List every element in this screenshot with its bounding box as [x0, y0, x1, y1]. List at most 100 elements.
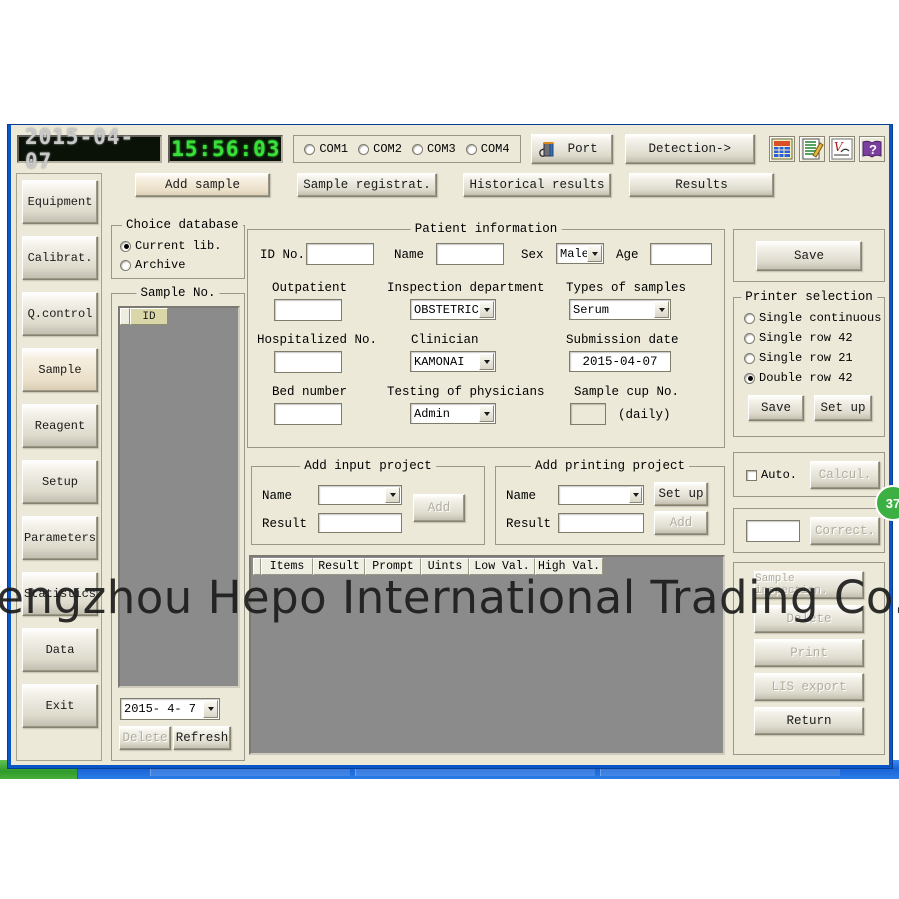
table-grid-icon[interactable] — [769, 136, 795, 162]
sidebar-item-parameters[interactable]: Parameters — [22, 516, 98, 560]
radio-icon[interactable] — [304, 143, 316, 155]
sample-cup-no-field[interactable] — [570, 403, 606, 425]
clinician-combo[interactable]: KAMONAI — [410, 351, 496, 372]
radio-icon[interactable] — [744, 372, 755, 384]
inspection-department-combo[interactable]: OBSTETRICS — [410, 299, 496, 320]
bed-number-field[interactable] — [274, 403, 342, 425]
checkbox-icon[interactable] — [746, 469, 757, 481]
input-result-field[interactable] — [318, 513, 402, 533]
chevron-down-icon[interactable] — [385, 487, 400, 503]
sidebar-item-data[interactable]: Data — [22, 628, 98, 672]
testing-of-physicians-combo[interactable]: Admin — [410, 403, 496, 424]
radio-icon[interactable] — [411, 143, 423, 155]
printing-add-button[interactable]: Add — [654, 511, 708, 535]
com-port-option-3[interactable]: COM3 — [411, 142, 456, 156]
signature-check-icon[interactable]: V — [829, 136, 855, 162]
sample-inspection-button[interactable]: Sample inspection. — [754, 571, 864, 599]
sidebar-item-reagent[interactable]: Reagent — [22, 404, 98, 448]
id-no-field[interactable] — [306, 243, 374, 265]
grid-column-prompt[interactable]: Prompt — [365, 558, 421, 575]
return-button[interactable]: Return — [754, 707, 864, 735]
print-button[interactable]: Print — [754, 639, 864, 667]
save-button[interactable]: Save — [756, 241, 862, 271]
name-field[interactable] — [436, 243, 504, 265]
sample-refresh-label: Refresh — [175, 731, 229, 745]
results-grid[interactable]: Items Result Prompt Uints Low Val. High … — [249, 555, 725, 755]
tab-sample-registrat[interactable]: Sample registrat. — [297, 173, 437, 197]
sample-list[interactable]: ID — [118, 306, 240, 688]
sample-delete-button[interactable]: Delete — [119, 726, 171, 750]
printer-save-button[interactable]: Save — [748, 395, 804, 421]
chevron-down-icon[interactable] — [479, 405, 494, 422]
printer-option-single-row-21[interactable]: Single row 21 — [744, 351, 853, 365]
auto-checkbox-row[interactable]: Auto. — [746, 468, 797, 482]
chevron-down-icon[interactable] — [203, 700, 218, 718]
printing-setup-button[interactable]: Set up — [654, 482, 708, 506]
correct-field[interactable] — [746, 520, 800, 542]
input-add-button[interactable]: Add — [413, 494, 465, 522]
column-header-id[interactable]: ID — [130, 308, 168, 325]
radio-icon[interactable] — [744, 332, 755, 344]
submission-date-field[interactable]: 2015-04-07 — [569, 351, 671, 372]
notepad-pen-icon[interactable] — [799, 136, 825, 162]
help-book-icon[interactable]: ? — [859, 136, 885, 162]
radio-icon[interactable] — [744, 352, 755, 364]
port-button[interactable]: Port — [530, 134, 613, 164]
sidebar-item-q-control[interactable]: Q.control — [22, 292, 98, 336]
choice-db-current-lib[interactable]: Current lib. — [120, 239, 221, 253]
delete-button[interactable]: Delete — [754, 605, 864, 633]
sidebar-item-label: Calibrat. — [27, 251, 93, 265]
calcul-button[interactable]: Calcul. — [810, 461, 880, 489]
correct-button[interactable]: Correct. — [810, 517, 880, 545]
sidebar-item-calibrat[interactable]: Calibrat. — [22, 236, 98, 280]
chevron-down-icon[interactable] — [587, 245, 602, 262]
detection-button-label: Detection-> — [648, 142, 732, 156]
printer-setup-button[interactable]: Set up — [814, 395, 872, 421]
grid-column-low-val[interactable]: Low Val. — [469, 558, 535, 575]
sidebar-item-equipment[interactable]: Equipment — [22, 180, 98, 224]
sex-combo[interactable]: Male — [556, 243, 604, 264]
detection-button[interactable]: Detection-> — [624, 134, 755, 164]
grid-column-items[interactable]: Items — [261, 558, 313, 575]
grid-column-high-val[interactable]: High Val. — [535, 558, 603, 575]
printing-result-field[interactable] — [558, 513, 644, 533]
radio-icon[interactable] — [358, 143, 370, 155]
chevron-down-icon[interactable] — [479, 353, 494, 370]
age-field[interactable] — [650, 243, 712, 265]
sample-date-picker[interactable]: 2015- 4- 7 — [120, 698, 220, 720]
lis-export-button[interactable]: LIS export — [754, 673, 864, 701]
sample-refresh-button[interactable]: Refresh — [173, 726, 231, 750]
radio-icon[interactable] — [120, 240, 131, 252]
chevron-down-icon[interactable] — [654, 301, 669, 318]
grid-column-uints[interactable]: Uints — [421, 558, 469, 575]
sidebar-item-sample[interactable]: Sample — [22, 348, 98, 392]
print-button-label: Print — [790, 646, 828, 660]
radio-icon[interactable] — [120, 259, 131, 271]
sidebar-item-statistics[interactable]: Statistics — [22, 572, 98, 616]
com-port-option-4[interactable]: COM4 — [465, 142, 510, 156]
action-buttons-group: Sample inspection. Delete Print LIS expo… — [733, 562, 885, 755]
outpatient-field[interactable] — [274, 299, 342, 321]
toolbar: 2015-04-07 15:56:03 COM1 COM2 COM3 COM4 — [17, 125, 885, 173]
printer-option-double-row-42[interactable]: Double row 42 — [744, 371, 853, 385]
grid-column-result[interactable]: Result — [313, 558, 365, 575]
sidebar-item-exit[interactable]: Exit — [22, 684, 98, 728]
radio-icon[interactable] — [744, 312, 755, 324]
sidebar-item-setup[interactable]: Setup — [22, 460, 98, 504]
com-port-option-2[interactable]: COM2 — [358, 142, 402, 156]
printer-save-label: Save — [760, 401, 791, 415]
types-of-samples-combo[interactable]: Serum — [569, 299, 671, 320]
choice-db-archive[interactable]: Archive — [120, 258, 185, 272]
printer-option-single-continuous[interactable]: Single continuous — [744, 311, 881, 325]
input-name-combo[interactable] — [318, 485, 402, 505]
tab-results[interactable]: Results — [629, 173, 774, 197]
chevron-down-icon[interactable] — [479, 301, 494, 318]
printing-name-combo[interactable] — [558, 485, 644, 505]
com-port-option-1[interactable]: COM1 — [304, 142, 348, 156]
chevron-down-icon[interactable] — [629, 487, 642, 503]
radio-icon[interactable] — [465, 143, 477, 155]
hospitalized-no-field[interactable] — [274, 351, 342, 373]
tab-add-sample[interactable]: Add sample — [135, 173, 270, 197]
tab-historical-results[interactable]: Historical results — [463, 173, 611, 197]
printer-option-single-row-42[interactable]: Single row 42 — [744, 331, 853, 345]
